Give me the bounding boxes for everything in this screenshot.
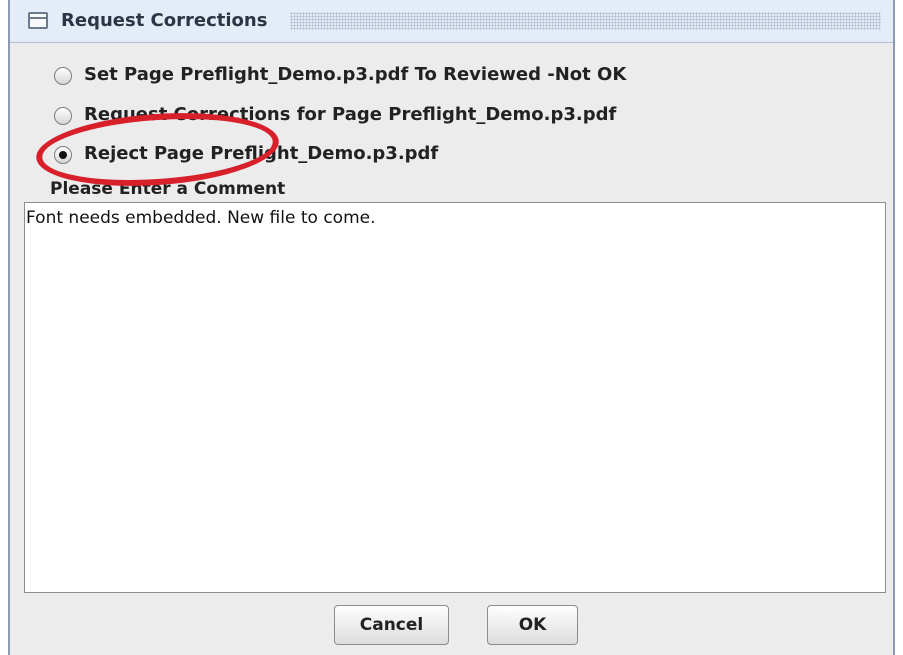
cancel-button[interactable]: Cancel bbox=[334, 605, 449, 645]
dialog-title: Request Corrections bbox=[61, 10, 268, 31]
comment-textarea[interactable]: Font needs embedded. New file to come. bbox=[24, 202, 886, 593]
ok-button[interactable]: OK bbox=[487, 605, 578, 645]
option-label: Set Page Preflight_Demo.p3.pdf To Review… bbox=[84, 64, 627, 85]
radio-selected-dot bbox=[59, 151, 67, 159]
comment-label: Please Enter a Comment bbox=[50, 179, 286, 199]
radio-request-corrections[interactable] bbox=[54, 107, 72, 125]
title-bar-drag-area[interactable] bbox=[290, 12, 881, 30]
radio-reviewed-not-ok[interactable] bbox=[54, 67, 72, 85]
request-corrections-dialog: Request Corrections Set Page Preflight_D… bbox=[8, 0, 895, 655]
title-bar[interactable]: Request Corrections bbox=[10, 0, 893, 43]
option-label: Request Corrections for Page Preflight_D… bbox=[84, 104, 617, 125]
window-icon bbox=[28, 12, 48, 29]
option-label: Reject Page Preflight_Demo.p3.pdf bbox=[84, 143, 439, 164]
radio-reject-page[interactable] bbox=[54, 146, 72, 164]
